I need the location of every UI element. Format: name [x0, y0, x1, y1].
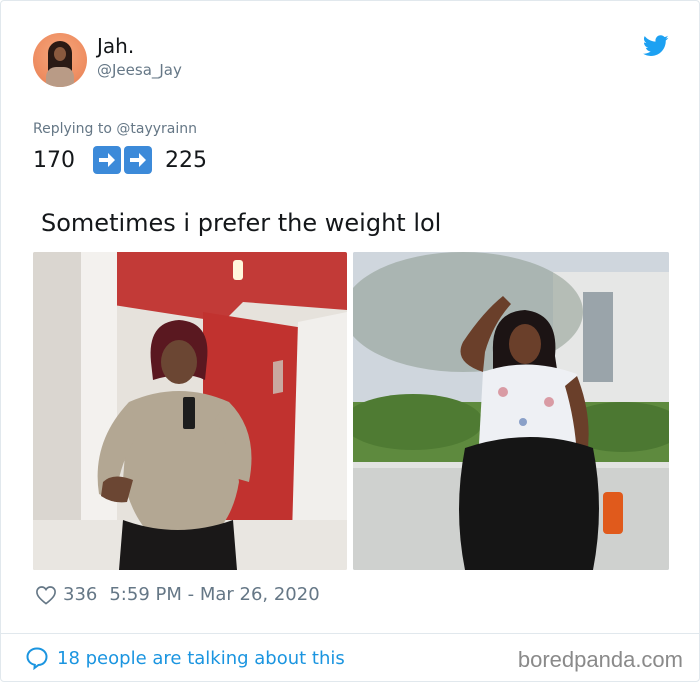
tweet-card: Jah. @Jeesa_Jay Replying to @tayyrainn 1… — [0, 0, 700, 682]
right-arrow-icon — [124, 146, 152, 174]
conversation-label[interactable]: 18 people are talking about this — [57, 648, 345, 669]
like-count: 336 — [63, 584, 98, 605]
heart-icon[interactable] — [35, 585, 57, 605]
replying-to[interactable]: Replying to @tayyrainn — [33, 121, 197, 137]
number-after: 225 — [165, 147, 207, 173]
photo-before[interactable] — [33, 252, 347, 570]
watermark: boredpanda.com — [517, 647, 683, 672]
number-before: 170 — [33, 147, 75, 173]
conversation-link[interactable]: 18 people are talking about this — [25, 646, 345, 670]
weight-change: 170 225 — [33, 145, 207, 175]
twitter-bird-icon[interactable] — [643, 35, 669, 57]
author-name[interactable]: Jah. — [97, 34, 134, 58]
divider — [1, 633, 699, 634]
photo-after[interactable] — [353, 252, 669, 570]
speech-bubble-icon — [26, 647, 48, 670]
timestamp[interactable]: 5:59 PM - Mar 26, 2020 — [109, 584, 319, 605]
right-arrow-icon — [93, 146, 121, 174]
author-handle[interactable]: @Jeesa_Jay — [97, 61, 182, 79]
tweet-text: Sometimes i prefer the weight lol — [41, 209, 442, 237]
avatar[interactable] — [33, 33, 87, 87]
tweet-meta: 336 5:59 PM - Mar 26, 2020 — [35, 584, 320, 605]
